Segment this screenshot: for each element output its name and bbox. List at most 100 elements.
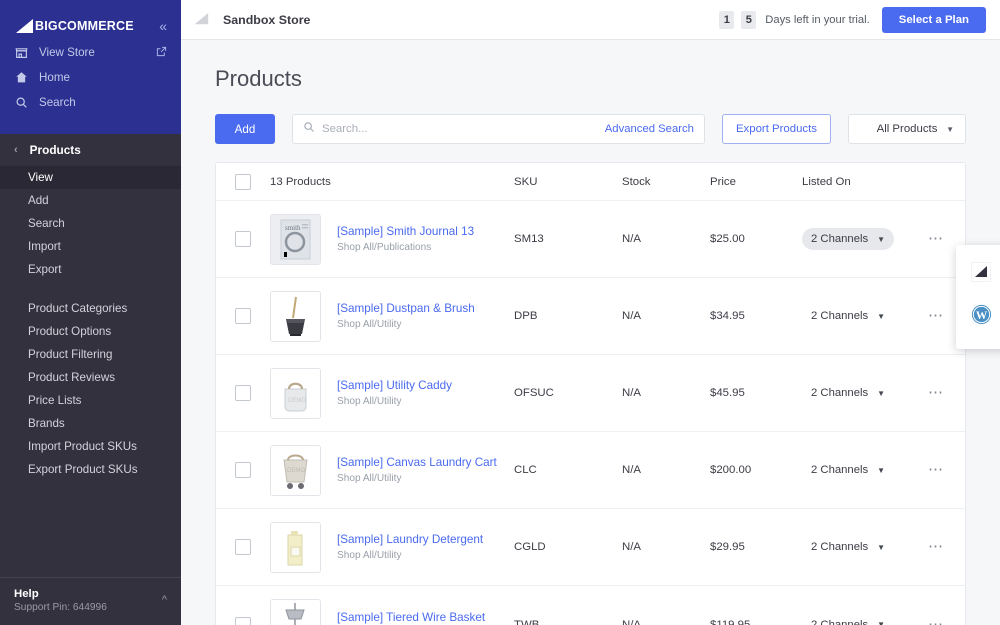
chevron-down-icon: ▼ bbox=[877, 389, 885, 398]
channels-dropdown[interactable]: 2 Channels ▼ bbox=[802, 536, 894, 558]
sidebar-item-add[interactable]: Add bbox=[0, 189, 181, 212]
select-all-cell bbox=[216, 174, 270, 190]
row-actions-menu-icon[interactable]: ⋯ bbox=[928, 621, 944, 625]
row-actions-menu-icon[interactable]: ⋯ bbox=[928, 543, 944, 551]
channels-popover: Storefront Visible W my-wordpress-site.c… bbox=[956, 245, 1000, 349]
search-field-wrapper[interactable]: Advanced Search bbox=[292, 114, 705, 144]
channels-label: 2 Channels bbox=[811, 310, 868, 322]
product-sku: DPB bbox=[514, 310, 622, 322]
row-checkbox[interactable] bbox=[235, 462, 251, 478]
subnav-header-products[interactable]: ‹ Products bbox=[0, 134, 181, 166]
sidebar-item-import-product-skus[interactable]: Import Product SKUs bbox=[0, 435, 181, 458]
table-row[interactable]: [Sample] Laundry Detergent Shop All/Util… bbox=[216, 509, 965, 586]
row-actions-cell: ⋯ bbox=[907, 543, 965, 551]
external-link-icon[interactable] bbox=[156, 46, 167, 60]
row-actions-menu-icon[interactable]: ⋯ bbox=[928, 235, 944, 243]
sidebar-item-search-products[interactable]: Search bbox=[0, 212, 181, 235]
product-stock: N/A bbox=[622, 387, 710, 399]
table-row[interactable]: DEMO [Sample] Canvas Laundry Cart Shop A… bbox=[216, 432, 965, 509]
advanced-search-link[interactable]: Advanced Search bbox=[605, 123, 694, 135]
product-stock: N/A bbox=[622, 233, 710, 245]
product-category: Shop All/Utility bbox=[337, 396, 452, 407]
sidebar-item-export-product-skus[interactable]: Export Product SKUs bbox=[0, 458, 181, 481]
product-name-link[interactable]: [Sample] Canvas Laundry Cart bbox=[337, 456, 497, 469]
channels-label: 2 Channels bbox=[811, 619, 868, 625]
product-name-link[interactable]: [Sample] Utility Caddy bbox=[337, 379, 452, 392]
product-stock: N/A bbox=[622, 619, 710, 625]
collapse-sidebar-icon[interactable]: « bbox=[159, 19, 167, 33]
channels-dropdown[interactable]: 2 Channels ▼ bbox=[802, 614, 894, 625]
sidebar-item-import[interactable]: Import bbox=[0, 235, 181, 258]
export-products-button[interactable]: Export Products bbox=[722, 114, 831, 144]
product-stock: N/A bbox=[622, 464, 710, 476]
product-category: Shop All/Utility bbox=[337, 319, 475, 330]
chevron-down-icon: ▼ bbox=[877, 235, 885, 244]
chevron-up-icon[interactable]: ^ bbox=[162, 594, 167, 606]
help-panel[interactable]: Help Support Pin: 644996 ^ bbox=[0, 577, 181, 625]
select-all-checkbox[interactable] bbox=[235, 174, 251, 190]
select-a-plan-button[interactable]: Select a Plan bbox=[882, 7, 986, 33]
storefront-icon bbox=[14, 46, 28, 60]
channels-dropdown[interactable]: 2 Channels ▼ bbox=[802, 228, 894, 250]
channels-dropdown[interactable]: 2 Channels ▼ bbox=[802, 459, 894, 481]
channels-dropdown[interactable]: 2 Channels ▼ bbox=[802, 382, 894, 404]
popover-item-storefront[interactable]: Storefront Visible bbox=[956, 254, 1000, 290]
sidebar-item-view-store[interactable]: View Store bbox=[0, 40, 181, 65]
trial-banner: 1 5 Days left in your trial. Select a Pl… bbox=[719, 7, 986, 33]
sidebar-item-label: Brands bbox=[28, 417, 65, 430]
product-category: Shop All/Utility bbox=[337, 473, 497, 484]
sidebar-item-product-filtering[interactable]: Product Filtering bbox=[0, 343, 181, 366]
product-name-link[interactable]: [Sample] Laundry Detergent bbox=[337, 533, 483, 546]
row-checkbox[interactable] bbox=[235, 308, 251, 324]
logo-row: BIGCOMMERCE « bbox=[0, 0, 181, 40]
sidebar-item-product-categories[interactable]: Product Categories bbox=[0, 297, 181, 320]
table-row[interactable]: [Sample] Tiered Wire Basket Shop All/Uti… bbox=[216, 586, 965, 625]
row-checkbox[interactable] bbox=[235, 539, 251, 555]
sidebar-subnav: ‹ Products View Add Search Import Export… bbox=[0, 134, 181, 481]
table-row[interactable]: DEMO [Sample] Utility Caddy Shop All/Uti… bbox=[216, 355, 965, 432]
sidebar-item-label: Home bbox=[39, 71, 70, 84]
bigcommerce-logo[interactable]: BIGCOMMERCE bbox=[14, 19, 134, 34]
sidebar-item-product-options[interactable]: Product Options bbox=[0, 320, 181, 343]
header-stock: Stock bbox=[622, 176, 710, 188]
sidebar-item-label: Product Categories bbox=[28, 302, 127, 315]
sidebar-item-view[interactable]: View bbox=[0, 166, 181, 189]
product-name-link[interactable]: [Sample] Tiered Wire Basket bbox=[337, 611, 485, 624]
row-actions-menu-icon[interactable]: ⋯ bbox=[928, 312, 944, 320]
sidebar-brand-section: BIGCOMMERCE « View Store bbox=[0, 0, 181, 134]
product-thumbnail: DEMO bbox=[270, 445, 321, 496]
search-input[interactable] bbox=[322, 123, 598, 135]
row-checkbox[interactable] bbox=[235, 385, 251, 401]
row-checkbox[interactable] bbox=[235, 231, 251, 247]
sidebar-item-home[interactable]: Home bbox=[0, 65, 181, 90]
add-product-button[interactable]: Add bbox=[215, 114, 275, 144]
row-actions-menu-icon[interactable]: ⋯ bbox=[928, 389, 944, 397]
channels-dropdown[interactable]: 2 Channels ▼ bbox=[802, 305, 894, 327]
popover-item-wordpress[interactable]: W my-wordpress-site.com Listed bbox=[956, 290, 1000, 338]
product-thumbnail bbox=[270, 291, 321, 342]
product-name-link[interactable]: [Sample] Dustpan & Brush bbox=[337, 302, 475, 315]
chevron-down-icon: ▼ bbox=[877, 466, 885, 475]
sidebar-item-export[interactable]: Export bbox=[0, 258, 181, 281]
table-row[interactable]: [Sample] Dustpan & Brush Shop All/Utilit… bbox=[216, 278, 965, 355]
product-cell: smith [Sample] Smith Journal 13 Shop All… bbox=[270, 214, 514, 265]
sidebar-item-price-lists[interactable]: Price Lists bbox=[0, 389, 181, 412]
sidebar-item-label: Search bbox=[39, 96, 76, 109]
product-filter-select[interactable]: All Products ▼ bbox=[848, 114, 966, 144]
row-checkbox[interactable] bbox=[235, 617, 251, 625]
page-title: Products bbox=[215, 66, 966, 92]
sidebar-item-search[interactable]: Search bbox=[0, 90, 181, 115]
sidebar-item-brands[interactable]: Brands bbox=[0, 412, 181, 435]
product-name-link[interactable]: [Sample] Smith Journal 13 bbox=[337, 225, 474, 238]
page-content: Products Add Advanced Search Export Prod… bbox=[181, 40, 1000, 625]
row-actions-menu-icon[interactable]: ⋯ bbox=[928, 466, 944, 474]
svg-text:W: W bbox=[975, 309, 987, 321]
sidebar-item-product-reviews[interactable]: Product Reviews bbox=[0, 366, 181, 389]
bigcommerce-icon bbox=[970, 261, 992, 283]
product-price: $45.95 bbox=[710, 387, 802, 399]
table-row[interactable]: smith [Sample] Smith Journal 13 Shop All… bbox=[216, 201, 965, 278]
row-select-cell bbox=[216, 539, 270, 555]
product-price: $119.95 bbox=[710, 619, 802, 625]
row-actions-cell: ⋯ bbox=[907, 466, 965, 474]
product-sku: SM13 bbox=[514, 233, 622, 245]
